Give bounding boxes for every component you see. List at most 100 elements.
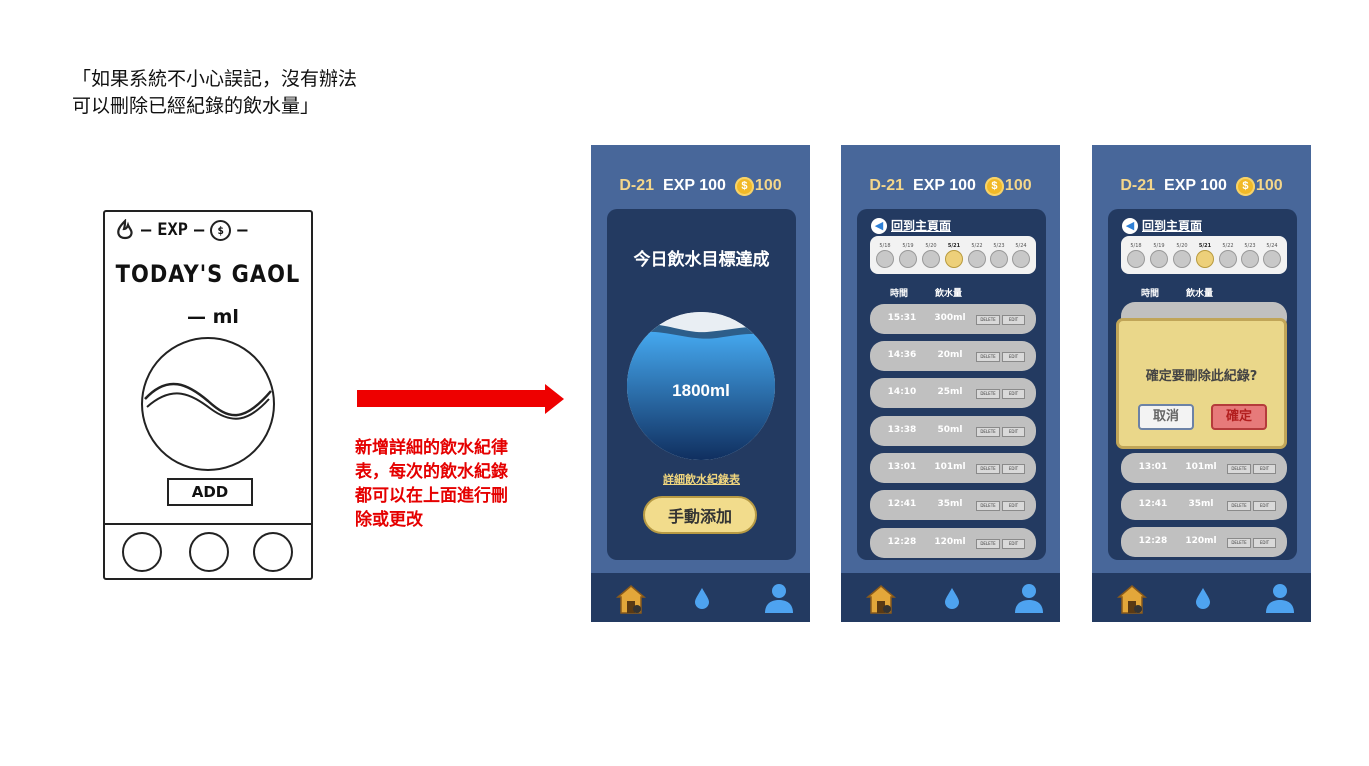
date-button[interactable] [1150, 250, 1168, 268]
day-counter: D-21 [1120, 177, 1156, 194]
date-button[interactable] [922, 250, 940, 268]
record-amount: 101ml [1185, 462, 1217, 472]
date-selector: 5/18 5/19 5/20 5/21 5/22 5/23 5/24 [1121, 236, 1287, 274]
date-button-selected[interactable] [1196, 250, 1214, 268]
bottom-nav [841, 573, 1060, 622]
date-button-selected[interactable] [945, 250, 963, 268]
status-header: D-21 EXP 100 $ 100 [841, 173, 1060, 199]
back-to-home-link[interactable]: ◀ 回到主頁面 [1122, 217, 1202, 234]
delete-button[interactable]: DELETE [976, 501, 1000, 511]
date-button[interactable] [1127, 250, 1145, 268]
record-amount: 50ml [937, 425, 963, 435]
delete-button[interactable]: DELETE [976, 352, 1000, 362]
edit-button[interactable]: EDIT [1002, 539, 1025, 549]
date-label: 5/18 [879, 243, 891, 249]
delete-button[interactable]: DELETE [976, 539, 1000, 549]
delete-button[interactable]: DELETE [976, 315, 1000, 325]
record-time: 12:41 [1138, 499, 1168, 509]
water-drop-icon[interactable] [942, 586, 962, 610]
date-button[interactable] [899, 250, 917, 268]
record-time: 12:28 [1138, 536, 1168, 546]
sketch-nav-button-2 [189, 532, 229, 572]
home-icon[interactable] [615, 583, 647, 615]
edit-button[interactable]: EDIT [1002, 352, 1025, 362]
delete-button[interactable]: DELETE [1227, 501, 1251, 511]
date-label: 5/22 [1222, 243, 1234, 249]
date-button[interactable] [1173, 250, 1191, 268]
manual-add-button[interactable]: 手動添加 [643, 496, 757, 534]
confirm-button[interactable]: 確定 [1211, 404, 1267, 430]
date-button[interactable] [990, 250, 1008, 268]
date-label: 5/20 [925, 243, 937, 249]
record-row: 12:28 120ml DELETE EDIT [1121, 527, 1287, 557]
sketch-water-circle [141, 337, 275, 471]
home-icon[interactable] [1116, 583, 1148, 615]
record-time: 13:38 [887, 425, 917, 435]
coin-counter: $ 100 [984, 176, 1032, 196]
goal-title: 今日飲水目標達成 [633, 250, 770, 270]
edit-button[interactable]: EDIT [1002, 464, 1025, 474]
back-label[interactable]: 回到主頁面 [891, 217, 951, 234]
date-button[interactable] [876, 250, 894, 268]
edit-button[interactable]: EDIT [1253, 464, 1276, 474]
records-card: ◀ 回到主頁面 5/18 5/19 5/20 5/21 5/22 5/23 5/… [857, 209, 1046, 560]
sketch-dash-1: — [141, 220, 152, 240]
record-row: 14:10 25ml DELETE EDIT [870, 378, 1036, 408]
edit-button[interactable]: EDIT [1253, 501, 1276, 511]
record-amount: 300ml [934, 313, 966, 323]
column-header-time: 時間 [1141, 289, 1160, 299]
delete-button[interactable]: DELETE [976, 389, 1000, 399]
water-drop-icon[interactable] [1193, 586, 1213, 610]
back-label[interactable]: 回到主頁面 [1142, 217, 1202, 234]
coin-icon: $ [734, 176, 754, 196]
date-label: 5/22 [971, 243, 983, 249]
edit-button[interactable]: EDIT [1253, 538, 1276, 548]
sketch-wireframe: — EXP — $ — TODAY'S GAOL — ml ADD [103, 210, 313, 580]
status-header: D-21 EXP 100 $ 100 [1092, 173, 1311, 199]
delete-button[interactable]: DELETE [976, 464, 1000, 474]
date-label-selected: 5/21 [947, 243, 961, 249]
coin-value: 100 [754, 177, 782, 194]
coin-icon: $ [210, 219, 232, 241]
water-amount: 1800ml [672, 381, 730, 400]
edit-button[interactable]: EDIT [1002, 389, 1025, 399]
detail-records-link[interactable]: 詳細飲水紀錄表 [607, 471, 796, 487]
date-button[interactable] [968, 250, 986, 268]
date-button[interactable] [1241, 250, 1259, 268]
edit-button[interactable]: EDIT [1002, 501, 1025, 511]
user-icon[interactable] [1264, 582, 1296, 614]
date-button[interactable] [1263, 250, 1281, 268]
coin-counter: $ 100 [1235, 176, 1283, 196]
date-label: 5/18 [1130, 243, 1142, 249]
delete-button[interactable]: DELETE [1227, 538, 1251, 548]
record-time: 12:28 [887, 537, 917, 547]
delete-button[interactable]: DELETE [976, 427, 1000, 437]
user-icon[interactable] [1013, 582, 1045, 614]
exp-label: EXP 100 [913, 177, 976, 194]
user-icon[interactable] [763, 582, 795, 614]
exp-label: EXP 100 [1164, 177, 1227, 194]
water-drop-icon[interactable] [692, 586, 712, 610]
sketch-goal-unit: — ml [187, 306, 239, 328]
sketch-title: TODAY'S GAOL [115, 260, 301, 288]
quote-text: 「如果系統不小心誤記，沒有辦法 可以刪除已經紀錄的飲水量」 [72, 68, 358, 117]
record-row: 12:41 35ml DELETE EDIT [1121, 490, 1287, 520]
delete-button[interactable]: DELETE [1227, 464, 1251, 474]
cancel-button[interactable]: 取消 [1138, 404, 1194, 430]
back-arrow-icon[interactable]: ◀ [871, 217, 887, 234]
date-button[interactable] [1219, 250, 1237, 268]
record-row: 12:41 35ml DELETE EDIT [870, 490, 1036, 520]
home-icon[interactable] [865, 583, 897, 615]
sketch-add-button: ADD [167, 478, 253, 506]
edit-button[interactable]: EDIT [1002, 427, 1025, 437]
edit-button[interactable]: EDIT [1002, 315, 1025, 325]
record-amount: 120ml [934, 537, 966, 547]
date-button[interactable] [1012, 250, 1030, 268]
back-to-home-link[interactable]: ◀ 回到主頁面 [871, 217, 951, 234]
coin-counter: $ 100 [734, 176, 782, 196]
sketch-top-bar: — EXP — $ — [115, 216, 303, 244]
record-time: 14:10 [887, 387, 917, 397]
record-amount: 101ml [934, 462, 966, 472]
back-arrow-icon[interactable]: ◀ [1122, 217, 1138, 234]
record-time: 15:31 [887, 313, 917, 323]
